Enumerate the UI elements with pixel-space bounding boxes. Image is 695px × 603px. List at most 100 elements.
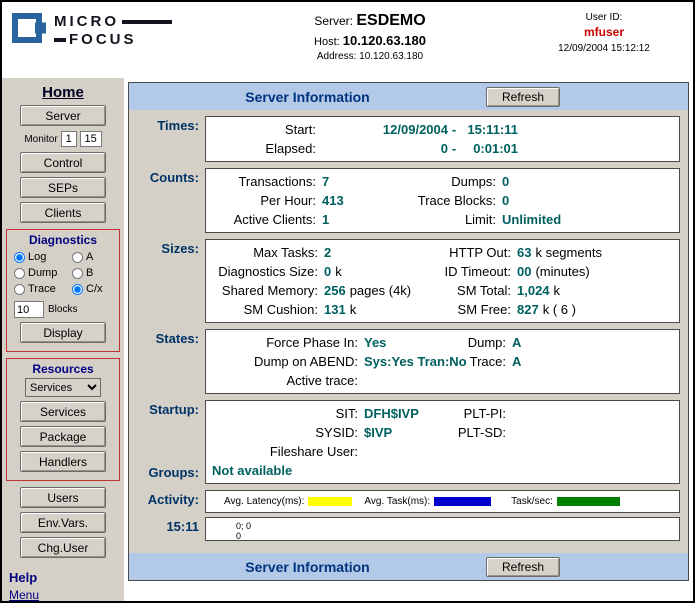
monitor-input-2[interactable] <box>80 131 102 147</box>
radio-log[interactable]: Log <box>14 249 72 265</box>
field-label: Start: <box>212 120 316 139</box>
field-value: Sys:Yes Tran:No <box>358 352 456 371</box>
server-label: Server: <box>314 14 353 28</box>
field-label: Elapsed: <box>212 139 316 158</box>
value-suffix: k <box>350 302 357 317</box>
times-box: Start: 12/09/2004 - 15:11:11 Elapsed: 0 … <box>205 116 680 162</box>
logo-line-1: MICRO <box>54 15 172 29</box>
blocks-input[interactable] <box>14 301 44 318</box>
groups-value: Not available <box>212 461 673 480</box>
handlers-button[interactable]: Handlers <box>20 451 106 472</box>
display-button[interactable]: Display <box>20 322 106 343</box>
refresh-button-bottom[interactable]: Refresh <box>486 557 560 577</box>
log-radio[interactable] <box>14 252 25 263</box>
panel-header-bar: Server Information Refresh <box>129 83 688 110</box>
field-value: DFH$IVP <box>358 404 456 423</box>
task-ms-bar <box>434 497 491 506</box>
body: Home Server Monitor Control SEPs Clients… <box>2 78 693 601</box>
latency-legend-label: Avg. Latency(ms): <box>224 496 304 507</box>
package-button[interactable]: Package <box>20 426 106 447</box>
address-value: 10.120.63.180 <box>359 51 423 62</box>
logo-word-focus: FOCUS <box>69 33 137 47</box>
field-value: 131k <box>318 300 414 319</box>
a-radio-label: A <box>86 251 93 263</box>
radio-trace[interactable]: Trace <box>14 281 72 297</box>
field-label: SM Cushion: <box>212 300 318 319</box>
field-value: Yes <box>358 333 456 352</box>
field-label: Diagnostics Size: <box>212 262 318 281</box>
field-label: PLT-PI: <box>456 404 506 423</box>
chguser-button[interactable]: Chg.User <box>20 537 106 558</box>
field-value: Unlimited <box>496 210 673 229</box>
radio-a[interactable]: A <box>72 249 118 265</box>
diagnostics-title: Diagnostics <box>7 233 119 247</box>
times-section: Times: Start: 12/09/2004 - 15:11:11 Elap… <box>137 116 680 162</box>
server-identity: Server: ESDEMO Host: 10.120.63.180 Addre… <box>197 10 543 78</box>
home-link[interactable]: Home <box>2 84 124 101</box>
field-label: Dump on ABEND: <box>212 352 358 371</box>
seps-button[interactable]: SEPs <box>20 177 106 198</box>
resources-select[interactable]: Services <box>25 378 101 397</box>
field-value: 00(minutes) <box>511 262 673 281</box>
sidebar: Home Server Monitor Control SEPs Clients… <box>2 78 124 601</box>
users-button[interactable]: Users <box>20 487 106 508</box>
menu-link[interactable]: Menu <box>9 588 124 601</box>
value-number: 63 <box>517 245 531 260</box>
server-button[interactable]: Server <box>20 105 106 126</box>
field-label: Trace: <box>456 352 506 371</box>
field-value: 1 <box>316 210 412 229</box>
field-label: HTTP Out: <box>414 243 511 262</box>
microfocus-logo-icon <box>12 13 42 43</box>
radio-cx[interactable]: C/x <box>72 281 118 297</box>
field-value: 7 <box>316 172 412 191</box>
b-radio-label: B <box>86 267 93 279</box>
help-label: Help <box>9 570 124 585</box>
field-label: PLT-SD: <box>456 423 506 442</box>
services-button[interactable]: Services <box>20 401 106 422</box>
activity-section: Activity: Avg. Latency(ms): Avg. Task(ms… <box>137 490 680 513</box>
startup-box: SIT: DFH$IVP PLT-PI: SYSID: $IVP PLT-SD:… <box>205 400 680 484</box>
field-value: 827k ( 6 ) <box>511 300 673 319</box>
dump-radio[interactable] <box>14 268 25 279</box>
field-label <box>456 442 506 461</box>
a-radio[interactable] <box>72 252 83 263</box>
envvars-button[interactable]: Env.Vars. <box>20 512 106 533</box>
task-sec-legend-label: Task/sec: <box>511 496 553 507</box>
field-label: Transactions: <box>212 172 316 191</box>
times-grid: Start: 12/09/2004 - 15:11:11 Elapsed: 0 … <box>212 120 673 158</box>
activity-detail-box: 0; 0 0 <box>205 517 680 541</box>
log-radio-label: Log <box>28 251 46 263</box>
trace-radio-label: Trace <box>28 283 56 295</box>
control-button[interactable]: Control <box>20 152 106 173</box>
field-separator: - <box>448 120 460 139</box>
resources-title: Resources <box>7 362 119 376</box>
refresh-button[interactable]: Refresh <box>486 87 560 107</box>
cx-radio[interactable] <box>72 284 83 295</box>
activity-label: Activity: <box>137 490 205 513</box>
field-value <box>506 404 673 423</box>
monitor-controls: Monitor <box>2 131 124 147</box>
field-value <box>506 371 673 390</box>
monitor-input-1[interactable] <box>61 131 77 147</box>
clients-button[interactable]: Clients <box>20 202 106 223</box>
server-name: ESDEMO <box>356 12 425 29</box>
radio-b[interactable]: B <box>72 265 118 281</box>
counts-section: Counts: Transactions: 7 Dumps: 0 Per Hou… <box>137 168 680 233</box>
field-label <box>456 371 506 390</box>
startup-section: Startup: Groups: SIT: DFH$IVP PLT-PI: SY… <box>137 400 680 484</box>
activity-box: Avg. Latency(ms): Avg. Task(ms): Task/se… <box>205 490 680 513</box>
trace-radio[interactable] <box>14 284 25 295</box>
field-label: SM Free: <box>414 300 511 319</box>
field-value: 1,024k <box>511 281 673 300</box>
value-suffix: (minutes) <box>535 264 589 279</box>
field-label: SYSID: <box>212 423 358 442</box>
states-label: States: <box>137 329 205 394</box>
b-radio[interactable] <box>72 268 83 279</box>
cx-radio-label: C/x <box>86 283 103 295</box>
counts-box: Transactions: 7 Dumps: 0 Per Hour: 413 T… <box>205 168 680 233</box>
field-label: Limit: <box>412 210 496 229</box>
user-id-value: mfuser <box>543 25 665 39</box>
field-value: 0k <box>318 262 414 281</box>
radio-dump[interactable]: Dump <box>14 265 72 281</box>
field-value: 0 <box>316 139 448 158</box>
